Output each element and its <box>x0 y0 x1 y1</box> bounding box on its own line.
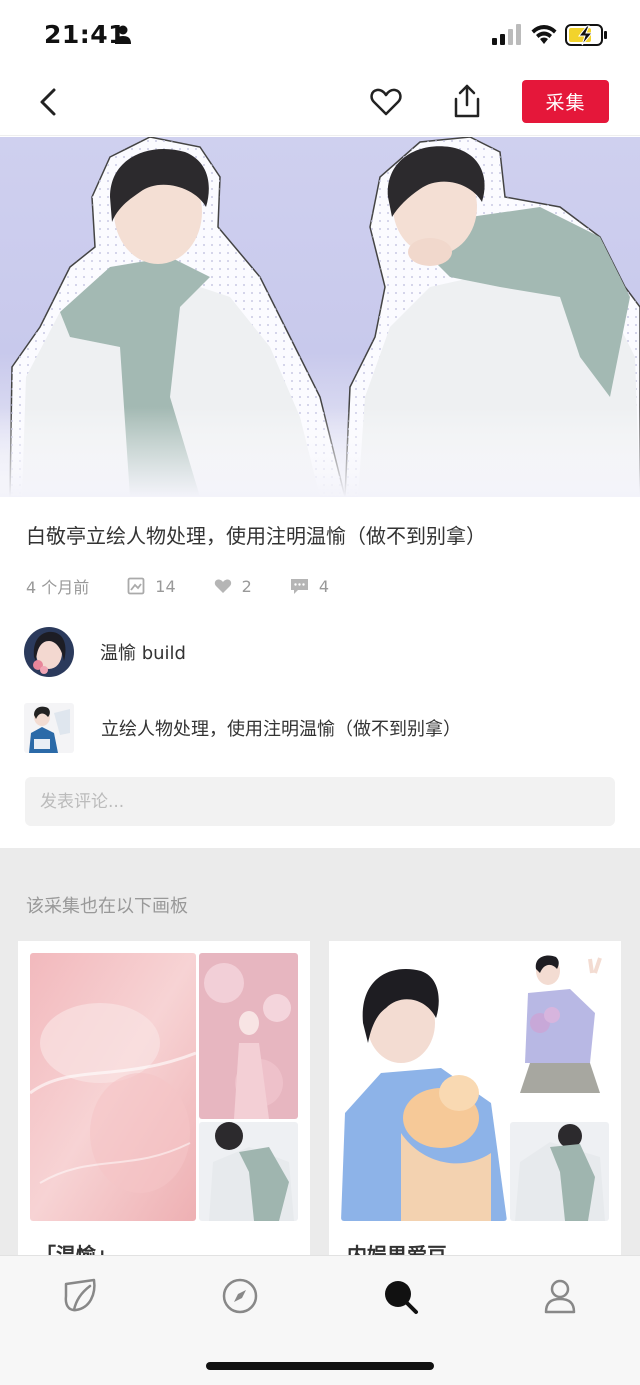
pin-meta: 4 个月前 14 2 4 <box>26 574 367 598</box>
home-leaf-icon[interactable] <box>60 1276 100 1316</box>
heart-icon[interactable] <box>370 86 402 118</box>
board-card-thumb <box>199 953 298 1119</box>
chevron-left-icon[interactable] <box>34 86 62 118</box>
like-count-text: 2 <box>241 576 252 596</box>
signal-icon <box>492 24 521 45</box>
search-icon[interactable] <box>380 1276 420 1316</box>
compass-icon[interactable] <box>220 1276 260 1316</box>
time-ago-text: 4 个月前 <box>26 578 90 597</box>
board-card[interactable]: 「温愉」 <box>18 941 310 1258</box>
comment-icon <box>290 579 308 594</box>
comment-count: 4 <box>290 577 329 596</box>
board-card-thumb <box>510 953 609 1119</box>
comment-count-text: 4 <box>318 576 330 596</box>
like-icon <box>214 579 231 593</box>
repin-count-text: 14 <box>155 576 176 596</box>
battery-charging-icon <box>565 24 607 46</box>
collect-button[interactable]: 采集 <box>522 80 609 123</box>
pin-image[interactable] <box>0 137 640 497</box>
related-boards-title: 该采集也在以下画板 <box>26 896 188 917</box>
wifi-icon <box>531 25 557 44</box>
board-card-thumb-image <box>510 1122 609 1221</box>
related-boards-section: 该采集也在以下画板 「温愉」 内娱男爱豆 <box>0 848 640 1258</box>
author-name[interactable]: 温愉 build <box>100 639 186 665</box>
avatar-image <box>24 627 74 677</box>
time-ago: 4 个月前 <box>26 574 89 598</box>
nav-bar: 采集 <box>0 68 640 136</box>
board-card-thumb-image <box>510 953 609 1119</box>
board-name[interactable]: 立绘人物处理，使用注明温愉（做不到别拿） <box>101 715 461 741</box>
board-row[interactable]: 立绘人物处理，使用注明温愉（做不到别拿） <box>24 703 461 753</box>
status-bar: 21:41 <box>0 0 640 68</box>
board-card-thumb <box>199 1122 298 1221</box>
pin-illustration <box>0 137 640 497</box>
board-card-cover-image <box>30 953 196 1221</box>
profile-icon[interactable] <box>540 1276 580 1316</box>
pin-title: 白敬亭立绘人物处理，使用注明温愉（做不到别拿） <box>26 524 486 548</box>
board-card-thumb-image <box>199 1122 298 1221</box>
board-card-thumb <box>510 1122 609 1221</box>
board-card[interactable]: 内娱男爱豆 <box>329 941 621 1258</box>
board-card-thumb-image <box>199 953 298 1119</box>
author-row[interactable]: 温愉 build <box>24 627 186 677</box>
avatar[interactable] <box>24 627 74 677</box>
board-card-cover <box>30 953 196 1221</box>
comment-input[interactable] <box>25 777 615 826</box>
board-thumbnail[interactable] <box>24 703 74 753</box>
home-indicator[interactable] <box>206 1362 434 1370</box>
repin-icon <box>127 577 145 595</box>
like-count: 2 <box>214 577 252 596</box>
person-icon <box>115 25 131 44</box>
repin-count: 14 <box>127 576 176 596</box>
share-icon[interactable] <box>452 83 482 119</box>
board-thumbnail-image <box>24 703 74 753</box>
board-card-cover-image <box>341 953 507 1221</box>
board-card-cover <box>341 953 507 1221</box>
